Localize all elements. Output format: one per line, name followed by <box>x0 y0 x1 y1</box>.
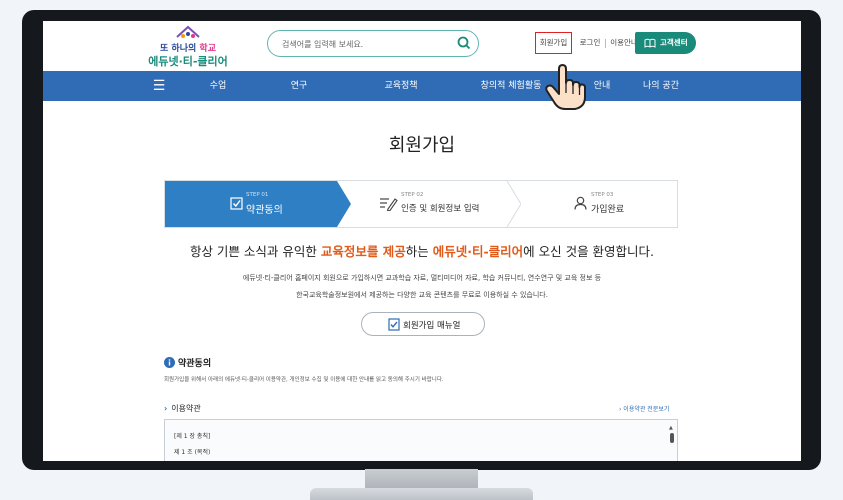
search-box <box>267 30 479 57</box>
step-2-number: STEP 02 <box>401 192 424 198</box>
signup-manual-button[interactable]: 회원가입 매뉴얼 <box>361 312 485 336</box>
scrollbar-thumb[interactable] <box>670 433 674 443</box>
info-circle-icon <box>164 357 175 368</box>
school-roof-icon <box>176 25 200 38</box>
hand-cursor-icon <box>545 64 586 110</box>
nav-item-guide[interactable]: 안내 <box>584 71 620 101</box>
site-header: 또 하나의 학교 에듀넷·티-클리어 회원가입 로그인 이용안내 고객센터 <box>43 21 801 71</box>
step-1-active: STEP 01 약관동의 <box>165 181 337 227</box>
main-nav: ☰ 수업 연구 교육정책 창의적 체험활동 안내 나의 공간 <box>43 71 801 101</box>
step-arrow <box>507 181 521 227</box>
step-3-label: 가입완료 <box>591 205 625 215</box>
chevron-right-icon: › <box>164 404 168 413</box>
signup-link[interactable]: 회원가입 <box>535 32 572 54</box>
terms-full-view-link[interactable]: › 이용약관 전문보기 <box>619 404 669 413</box>
check-icon <box>230 197 243 210</box>
divider <box>605 39 606 48</box>
nav-item-policy[interactable]: 교육정책 <box>361 71 441 101</box>
monitor-stand-base <box>310 488 533 500</box>
person-icon <box>574 196 587 210</box>
search-icon[interactable] <box>456 35 472 51</box>
terms-heading: › 이용약관 <box>164 404 201 413</box>
login-link[interactable]: 로그인 <box>576 32 604 54</box>
document-check-icon <box>388 318 400 331</box>
book-icon <box>644 38 656 48</box>
terms-textbox[interactable]: [제 1 장 총칙] 제 1 조 (목적) ▲ <box>164 419 678 461</box>
nav-item-class[interactable]: 수업 <box>188 71 248 101</box>
customer-center-button[interactable]: 고객센터 <box>635 32 696 54</box>
section-title: 약관동의 <box>178 359 212 369</box>
nav-item-my-space[interactable]: 나의 공간 <box>631 71 691 101</box>
welcome-message: 항상 기쁜 소식과 유익한 교육정보를 제공하는 에듀넷·티-클리어에 오신 것… <box>189 244 655 259</box>
search-input[interactable] <box>282 37 452 51</box>
scroll-up-icon[interactable]: ▲ <box>669 425 673 431</box>
site-logo[interactable]: 또 하나의 학교 에듀넷·티-클리어 <box>143 23 233 69</box>
logo-brand: 에듀넷·티-클리어 <box>148 55 228 68</box>
intro-text-line-1: 에듀넷·티-클리어 홈페이지 회원으로 가입하시면 교과학습 자료, 멀티미디어… <box>242 274 602 282</box>
nav-item-research[interactable]: 연구 <box>269 71 329 101</box>
section-description: 회원가입을 위해서 아래의 에듀넷·티-클리어 이용약관, 개인정보 수집 및 … <box>164 377 444 383</box>
step-1-label: 약관동의 <box>246 205 283 216</box>
step-2-label: 인증 및 회원정보 입력 <box>401 204 480 214</box>
step-1-number: STEP 01 <box>246 192 269 198</box>
browser-screen: 또 하나의 학교 에듀넷·티-클리어 회원가입 로그인 이용안내 고객센터 <box>43 21 801 461</box>
form-edit-icon <box>380 198 398 211</box>
customer-center-label: 고객센터 <box>660 38 688 47</box>
menu-icon[interactable]: ☰ <box>152 71 166 101</box>
step-3-number: STEP 03 <box>591 192 614 198</box>
signup-manual-label: 회원가입 매뉴얼 <box>403 321 461 331</box>
terms-line: 제 1 조 (목적) <box>174 449 211 456</box>
signup-steps: STEP 01 약관동의 STEP 02 인증 및 회원정보 입력 STEP 0… <box>164 180 678 228</box>
step-arrow <box>337 181 351 227</box>
intro-text-line-2: 한국교육학술정보원에서 제공하는 다양한 교육 콘텐츠를 무료로 이용하실 수 … <box>296 291 548 299</box>
terms-line: [제 1 장 총칙] <box>174 433 211 440</box>
page-title: 회원가입 <box>388 135 456 156</box>
